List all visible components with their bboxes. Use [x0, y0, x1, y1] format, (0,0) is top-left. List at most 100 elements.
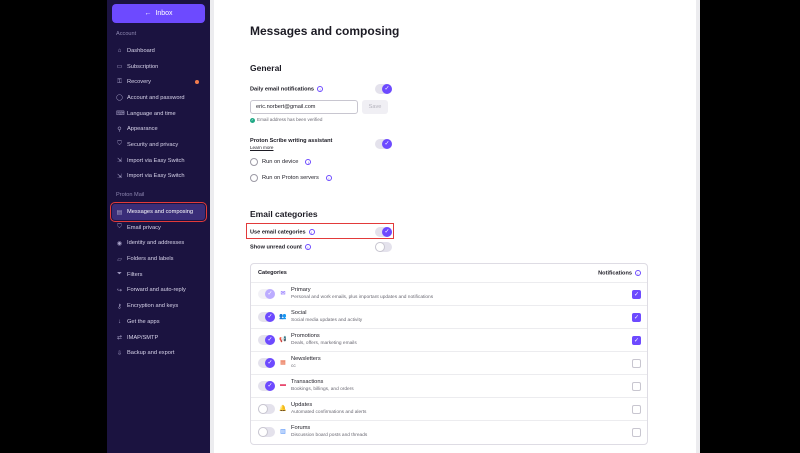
account-nav: ⌂ Dashboard ▭ Subscription ⚿ Recovery ◯ Account…	[112, 43, 205, 184]
run-on-servers-option[interactable]: Run on Proton servers i	[250, 174, 332, 182]
category-toggle[interactable]: ✓	[258, 358, 275, 368]
show-unread-label: Show unread count i	[250, 244, 311, 250]
sidebar-item[interactable]: ⚷ Encryption and keys	[112, 298, 205, 314]
nav-icon: ⌨	[116, 111, 125, 118]
nav-icon: ▱	[117, 256, 122, 263]
sidebar-item-label: Email privacy	[127, 224, 161, 231]
sidebar-item[interactable]: ◉ Identity and addresses	[112, 236, 205, 252]
category-icon: 📢	[279, 337, 287, 343]
notification-checkbox[interactable]	[632, 382, 641, 391]
category-icon: ▥	[280, 429, 286, 435]
category-description: cc	[291, 364, 296, 369]
sidebar-item[interactable]: ▭ Subscription	[112, 59, 205, 75]
notification-checkbox[interactable]	[632, 428, 641, 437]
notification-checkbox[interactable]: ✓	[632, 336, 641, 345]
category-row: ▥ Forums Discussion board posts and thread…	[251, 420, 647, 443]
check-icon: ✓	[382, 227, 392, 237]
category-icon: ✉	[280, 291, 286, 297]
account-section-title: Account	[116, 31, 137, 37]
daily-notifications-toggle[interactable]: ✓	[375, 84, 392, 94]
notification-checkbox[interactable]: ✓	[632, 290, 641, 299]
info-icon[interactable]: i	[304, 244, 311, 250]
sidebar-item[interactable]: ▤ Messages and composing	[110, 202, 207, 222]
nav-icon: ⇲	[116, 173, 123, 180]
category-icon: 👥	[279, 314, 287, 320]
radio-button[interactable]	[250, 174, 258, 182]
sidebar-item[interactable]: ⚲ Appearance	[112, 121, 205, 137]
check-icon: ✓	[265, 312, 275, 322]
sidebar-item[interactable]: ⏷ Filters	[112, 267, 205, 283]
category-toggle[interactable]	[258, 404, 275, 414]
sidebar-item[interactable]: ↪ Forward and auto-reply	[112, 283, 205, 299]
category-name: Social	[291, 310, 307, 316]
nav-icon: ⛉	[117, 141, 122, 148]
sidebar-item-label: Identity and addresses	[127, 240, 185, 247]
arrow-left-icon: ←	[144, 10, 152, 17]
notification-checkbox[interactable]: ✓	[632, 313, 641, 322]
sidebar-item[interactable]: ⇄ IMAP/SMTP	[112, 330, 205, 346]
sidebar-item[interactable]: ⛉ Email privacy	[112, 220, 205, 236]
run-on-device-option[interactable]: Run on device i	[250, 158, 312, 166]
sidebar-item[interactable]: ⇩ Backup and export	[112, 345, 205, 361]
sidebar-item[interactable]: ◯ Account and password	[112, 90, 205, 106]
notification-checkbox[interactable]	[632, 359, 641, 368]
nav-icon: ⚿	[117, 78, 122, 85]
category-icon: 🔔	[279, 406, 287, 412]
category-description: Deals, offers, marketing emails	[291, 341, 357, 346]
sidebar-item[interactable]: ⚿ Recovery	[112, 74, 205, 90]
category-name: Updates	[291, 402, 313, 408]
scribe-toggle[interactable]: ✓	[375, 139, 392, 149]
inbox-button[interactable]: ← Inbox	[112, 4, 205, 23]
mail-nav: ▤ Messages and composing ⛉ Email privacy ◉ Id…	[110, 202, 207, 361]
check-icon: ✓	[382, 139, 392, 149]
general-heading: General	[250, 63, 282, 73]
sidebar-item-label: Encryption and keys	[127, 303, 179, 310]
category-toggle[interactable]: ✓	[258, 381, 275, 391]
info-icon[interactable]: i	[317, 86, 324, 92]
category-toggle[interactable]	[258, 427, 275, 437]
sidebar-item-label: Subscription	[127, 63, 159, 70]
sidebar-item-label: Account and password	[127, 94, 185, 101]
info-icon[interactable]: i	[325, 175, 332, 181]
category-icon: ▦	[280, 360, 286, 366]
category-name: Newsletters	[291, 356, 321, 362]
nav-icon: ⏷	[117, 271, 122, 278]
sidebar-item[interactable]: ↓ Get the apps	[112, 314, 205, 330]
radio-button[interactable]	[250, 158, 258, 166]
category-row: ✓ 📢 Promotions Deals, offers, marketing ema…	[251, 328, 647, 351]
sidebar-item[interactable]: ⌨ Language and time	[112, 106, 205, 122]
use-categories-toggle[interactable]: ✓	[375, 227, 392, 237]
notification-checkbox[interactable]	[632, 405, 641, 414]
categories-table: Categories Notifications i ✓ ✉ Primary Perso…	[250, 263, 648, 445]
category-name: Transactions	[291, 379, 324, 385]
nav-icon: ↪	[116, 287, 123, 294]
category-icon: ▬	[280, 382, 286, 388]
show-unread-toggle[interactable]	[375, 242, 392, 252]
info-icon[interactable]: i	[305, 159, 312, 165]
nav-icon: ⌂	[117, 47, 122, 54]
info-icon[interactable]: i	[308, 229, 315, 235]
sidebar-item[interactable]: ▱ Folders and labels	[112, 251, 205, 267]
learn-more-link[interactable]: Learn more	[250, 145, 274, 150]
category-toggle[interactable]: ✓	[258, 312, 275, 322]
category-name: Primary	[291, 287, 311, 293]
sidebar-item-label: Appearance	[127, 126, 158, 133]
mail-section-title: Proton Mail	[116, 192, 145, 199]
sidebar-item-label: Language and time	[127, 110, 176, 117]
category-toggle[interactable]: ✓	[258, 335, 275, 345]
categories-table-header: Categories Notifications i	[251, 264, 647, 282]
page-title: Messages and composing	[250, 24, 400, 38]
sidebar-item-label: Filters	[127, 271, 143, 278]
nav-icon: ⇲	[116, 158, 123, 165]
sidebar-item[interactable]: ⌂ Dashboard	[112, 43, 205, 59]
settings-panel: Messages and composing General Daily ema…	[214, 0, 696, 453]
check-icon: ✓	[265, 289, 275, 299]
nav-icon: ⚷	[117, 303, 122, 310]
col-notifications: Notifications i	[598, 270, 641, 276]
sidebar-item[interactable]: ⛉ Security and privacy	[112, 137, 205, 153]
save-button[interactable]: Save	[362, 100, 388, 114]
info-icon[interactable]: i	[635, 270, 641, 276]
notification-email-input[interactable]: eric.norbert@gmail.com	[250, 100, 358, 114]
sidebar-item[interactable]: ⇲ Import via Easy Switch	[112, 153, 205, 169]
sidebar-item[interactable]: ⇲ Import via Easy Switch	[112, 169, 205, 185]
